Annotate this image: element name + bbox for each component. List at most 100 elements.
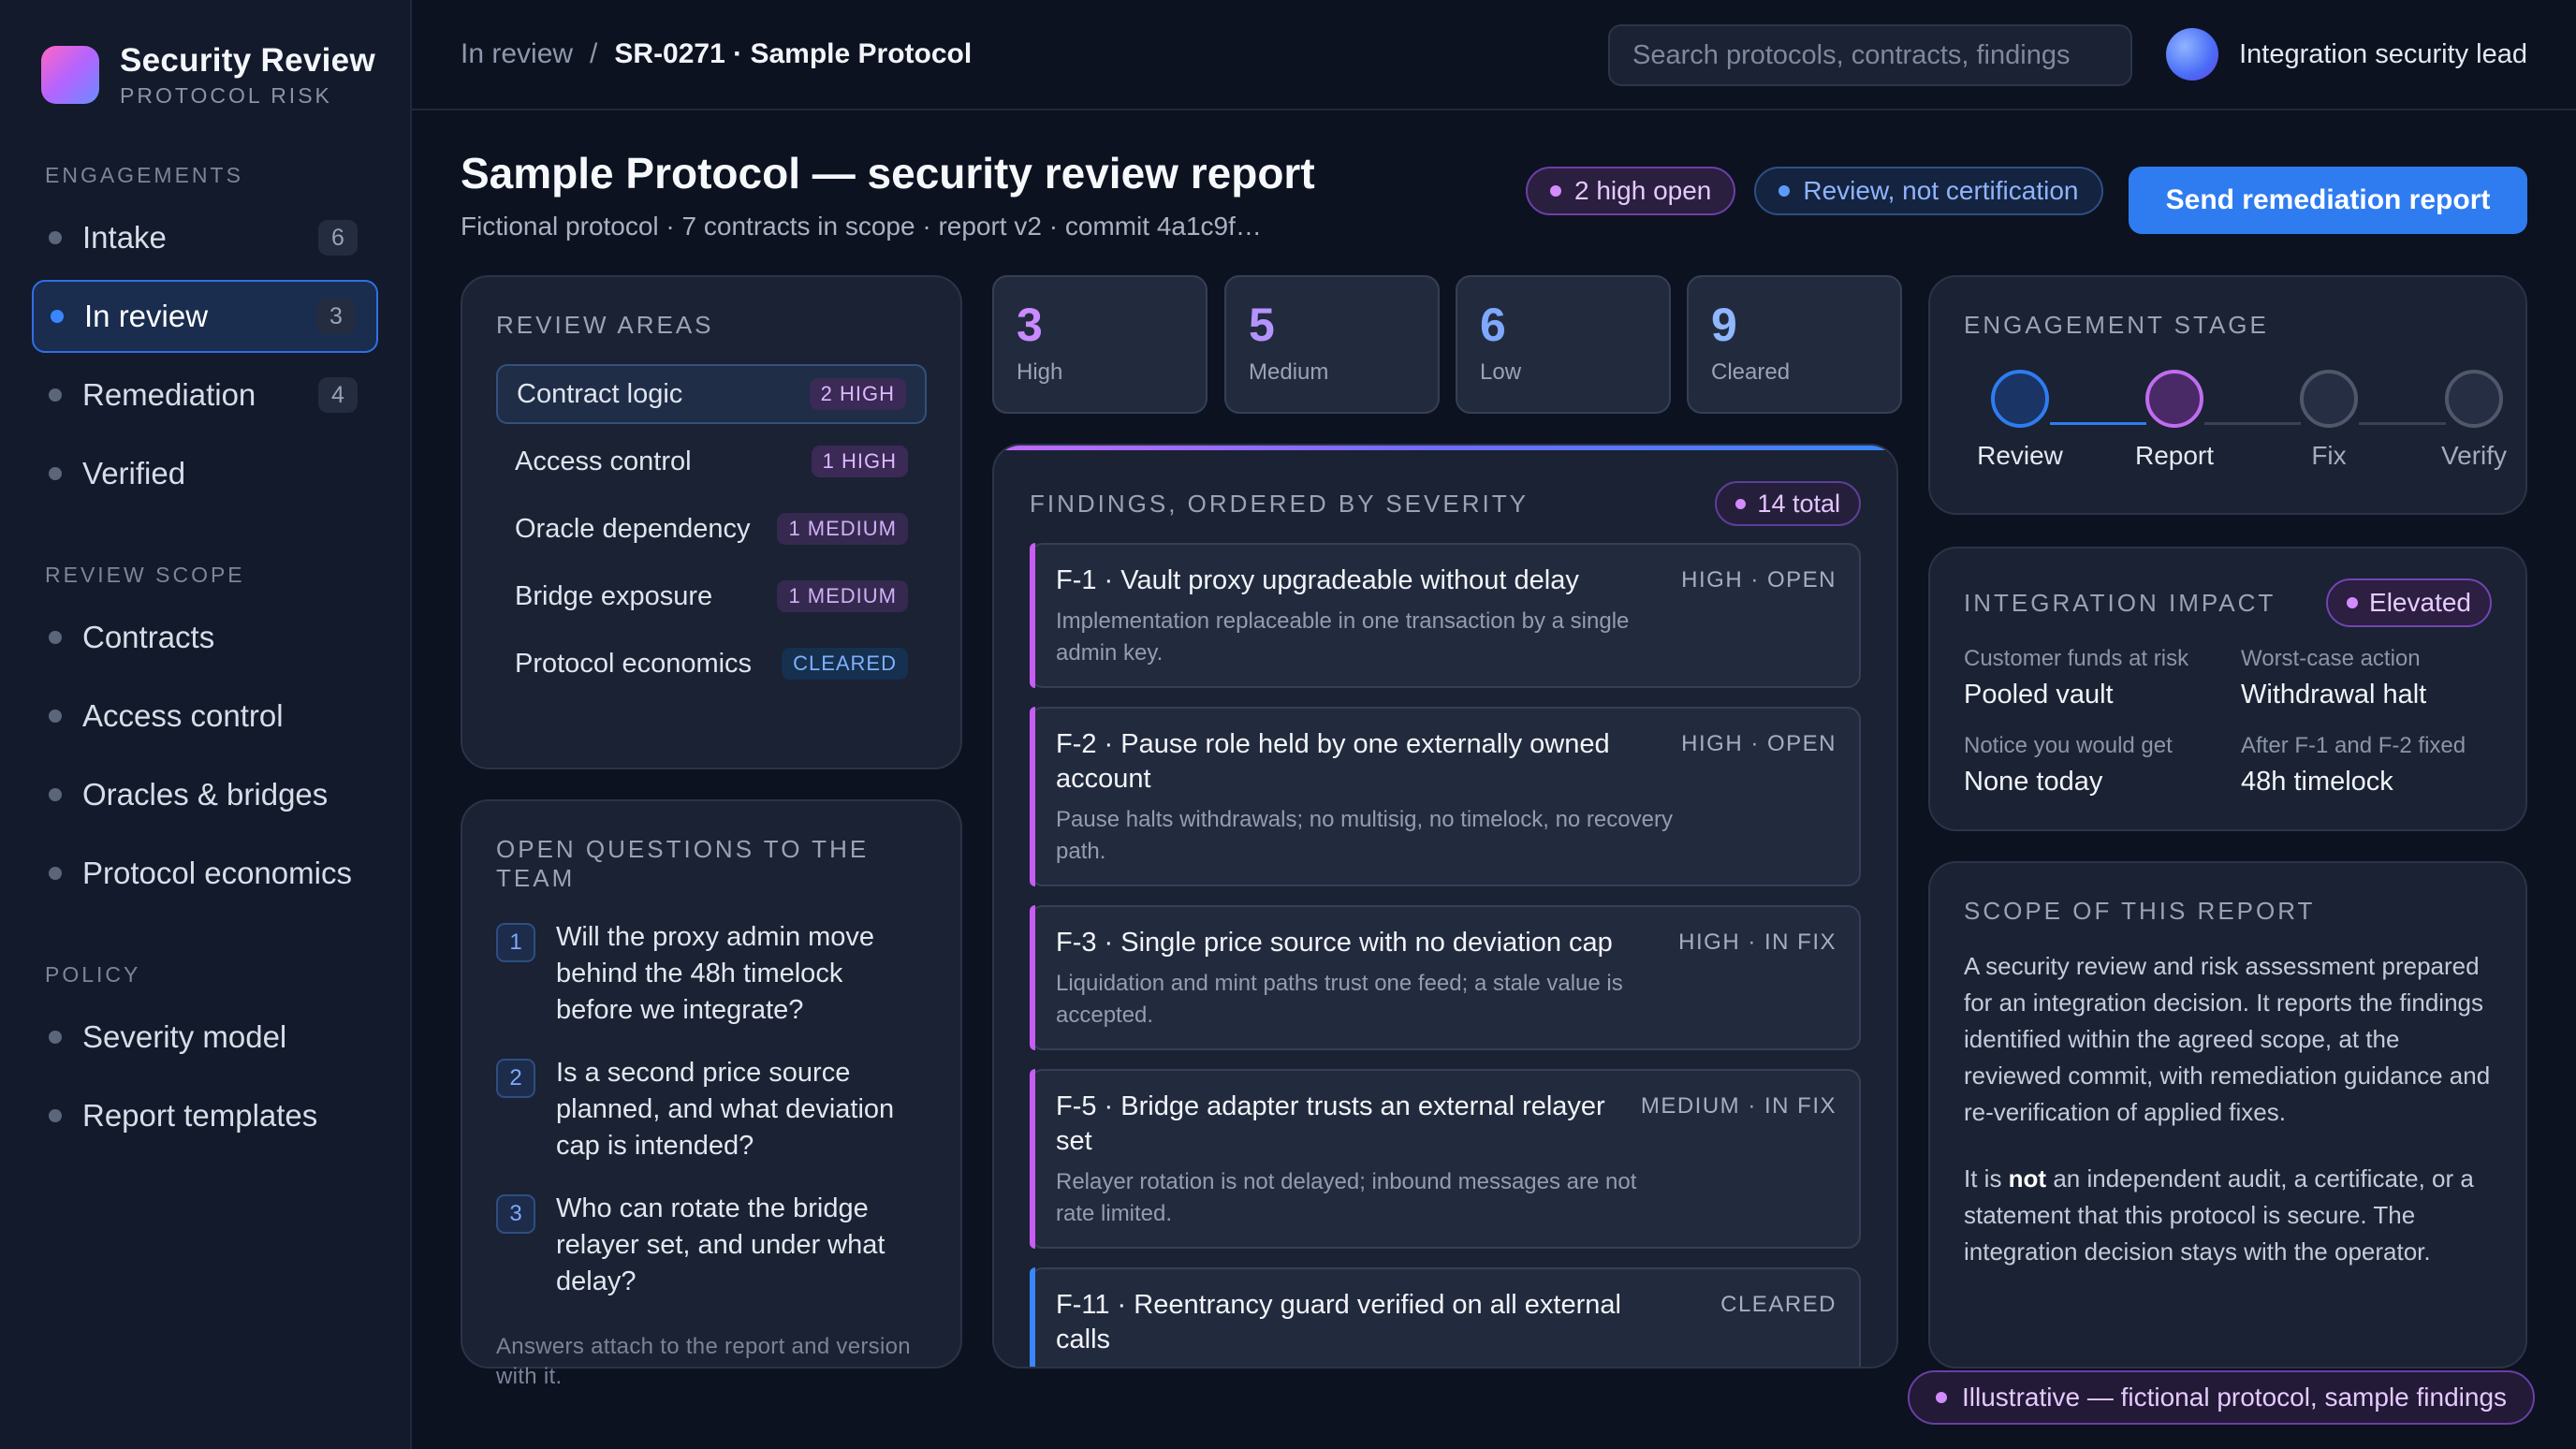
stat-tile-high: 3 High <box>992 275 1208 414</box>
count-badge: 3 <box>316 299 356 334</box>
finding-description: Checks-effects-interactions held on ever… <box>1056 1365 1674 1367</box>
review-area-item[interactable]: Contract logic 2 HIGH <box>496 364 927 424</box>
findings-accent-bar <box>994 446 1896 450</box>
review-area-label: Contract logic <box>517 378 683 409</box>
step-label: Verify <box>2440 441 2508 470</box>
engagement-stage-title: ENGAGEMENT STAGE <box>1964 311 2269 339</box>
high-open-badge: 2 high open <box>1526 167 1736 215</box>
bullet-icon <box>49 788 62 801</box>
finding-item[interactable]: F-2 · Pause role held by one externally … <box>1030 707 1861 886</box>
sidebar-item-intake[interactable]: Intake 6 <box>32 201 378 274</box>
sidebar-item-label: Intake <box>82 220 167 255</box>
sidebar-item-label: Report templates <box>82 1098 318 1133</box>
stat-value: 6 <box>1480 299 1506 351</box>
stage-step-verify[interactable]: Verify <box>2418 370 2530 471</box>
step-label: Report <box>2134 441 2215 470</box>
stat-value: 9 <box>1711 299 1737 351</box>
question-item: 1 Will the proxy admin move behind the 48… <box>496 919 927 1029</box>
finding-item[interactable]: F-11 · Reentrancy guard verified on all … <box>1030 1267 1861 1367</box>
question-number: 2 <box>496 1059 535 1098</box>
severity-tag: 2 HIGH <box>809 378 906 410</box>
review-type-badge: Review, not certification <box>1754 167 2103 215</box>
sidebar-item-label: Remediation <box>82 377 256 412</box>
finding-description: Relayer rotation is not delayed; inbound… <box>1056 1169 1637 1226</box>
stat-value: 3 <box>1017 299 1043 351</box>
stage-step-fix[interactable]: Fix <box>2273 370 2385 471</box>
page-title: Sample Protocol — security review report <box>461 149 1315 198</box>
illustrative-label: Illustrative — fictional protocol, sampl… <box>1962 1383 2508 1412</box>
impact-header: INTEGRATION IMPACT Elevated <box>1964 578 2492 627</box>
sidebar-item-label: Contracts <box>82 620 215 654</box>
search-input[interactable]: Search protocols, contracts, findings <box>1608 24 2132 86</box>
topbar: In review / SR-0271 · Sample Protocol Se… <box>412 0 2576 110</box>
sidebar-item-verified[interactable]: Verified <box>32 437 378 510</box>
dot-icon <box>1778 185 1791 197</box>
bullet-icon <box>49 867 62 880</box>
stat-tile-cleared: 9 Cleared <box>1687 275 1902 414</box>
review-area-item[interactable]: Oracle dependency 1 MEDIUM <box>496 499 927 559</box>
avatar <box>2166 28 2219 80</box>
send-remediation-report-button[interactable]: Send remediation report <box>2129 167 2527 234</box>
sidebar-item-report-templates[interactable]: Report templates <box>32 1079 378 1152</box>
header-badges: 2 high open Review, not certification <box>1526 167 2103 215</box>
finding-header: F-1 · Vault proxy upgradeable without de… <box>1056 564 1837 598</box>
sidebar-item-protocol-economics[interactable]: Protocol economics <box>32 837 378 910</box>
sidebar-item-access-control[interactable]: Access control <box>32 680 378 753</box>
bullet-icon <box>49 1031 62 1044</box>
review-area-item[interactable]: Access control 1 HIGH <box>496 432 927 491</box>
bullet-icon <box>49 710 62 723</box>
findings-list: F-1 · Vault proxy upgradeable without de… <box>1030 543 1861 1367</box>
scope-card: SCOPE OF THIS REPORT A security review a… <box>1928 861 2527 1368</box>
finding-description: Liquidation and mint paths trust one fee… <box>1056 971 1623 1028</box>
breadcrumb-separator: / <box>590 38 598 69</box>
question-number: 1 <box>496 923 535 962</box>
stage-step-review[interactable]: Review <box>1964 370 2076 471</box>
sidebar-item-contracts[interactable]: Contracts <box>32 601 378 674</box>
finding-title: F-5 · Bridge adapter trusts an external … <box>1056 1091 1605 1156</box>
brand-title: Security Review <box>120 41 375 79</box>
impact-field-value: None today <box>1964 767 2103 797</box>
scope-paragraph-2: It is not an independent audit, a certif… <box>1964 1161 2492 1270</box>
impact-grid: Customer funds at risk Pooled vault Worst-… <box>1964 646 2492 798</box>
finding-item[interactable]: F-5 · Bridge adapter trusts an external … <box>1030 1069 1861 1249</box>
scope-title: SCOPE OF THIS REPORT <box>1964 897 2316 925</box>
finding-description: Implementation replaceable in one transa… <box>1056 608 1630 666</box>
stat-label: Cleared <box>1711 359 1791 385</box>
question-item: 3 Who can rotate the bridge relayer set, … <box>496 1191 927 1300</box>
count-badge: 4 <box>318 377 358 413</box>
severity-tag: CLEARED <box>782 648 908 680</box>
sidebar-item-oracles-bridges[interactable]: Oracles & bridges <box>32 758 378 831</box>
finding-item[interactable]: F-1 · Vault proxy upgradeable without de… <box>1030 543 1861 688</box>
finding-status: HIGH · OPEN <box>1681 731 1837 756</box>
review-area-label: Access control <box>515 446 692 476</box>
sidebar-item-label: Access control <box>82 698 284 733</box>
impact-field-key: Customer funds at risk <box>1964 646 2189 671</box>
question-text: Will the proxy admin move behind the 48h… <box>556 922 875 1025</box>
impact-field: Customer funds at risk Pooled vault <box>1964 646 2241 710</box>
bullet-icon <box>49 388 62 402</box>
user-menu[interactable]: Integration security lead <box>2166 28 2527 80</box>
impact-field-key: Notice you would get <box>1964 733 2173 758</box>
sidebar-item-remediation[interactable]: Remediation 4 <box>32 359 378 432</box>
question-item: 2 Is a second price source planned, and w… <box>496 1055 927 1164</box>
finding-header: F-2 · Pause role held by one externally … <box>1056 727 1837 797</box>
breadcrumb-current: SR-0271 · Sample Protocol <box>614 38 973 69</box>
step-circle-icon <box>2300 370 2358 428</box>
review-area-item[interactable]: Protocol economics CLEARED <box>496 634 927 694</box>
sidebar-item-in-review[interactable]: In review 3 <box>32 280 378 353</box>
sidebar-item-severity-model[interactable]: Severity model <box>32 1001 378 1074</box>
stage-step-report[interactable]: Report <box>2118 370 2231 471</box>
findings-header: FINDINGS, ORDERED BY SEVERITY 14 total <box>1030 479 1861 528</box>
impact-field: After F-1 and F-2 fixed 48h timelock <box>2241 733 2484 798</box>
review-area-label: Bridge exposure <box>515 580 713 611</box>
breadcrumb-parent[interactable]: In review <box>461 38 573 70</box>
page-subtitle: Fictional protocol · 7 contracts in scop… <box>461 212 1262 241</box>
finding-status: CLEARED <box>1720 1292 1837 1317</box>
finding-item[interactable]: F-3 · Single price source with no deviat… <box>1030 905 1861 1050</box>
integration-impact-card: INTEGRATION IMPACT Elevated Customer fun… <box>1928 547 2527 831</box>
impact-field: Notice you would get None today <box>1964 733 2241 798</box>
severity-tag: 1 MEDIUM <box>777 580 908 612</box>
step-label: Fix <box>2311 441 2347 470</box>
review-area-item[interactable]: Bridge exposure 1 MEDIUM <box>496 566 927 626</box>
review-area-label: Protocol economics <box>515 648 753 679</box>
